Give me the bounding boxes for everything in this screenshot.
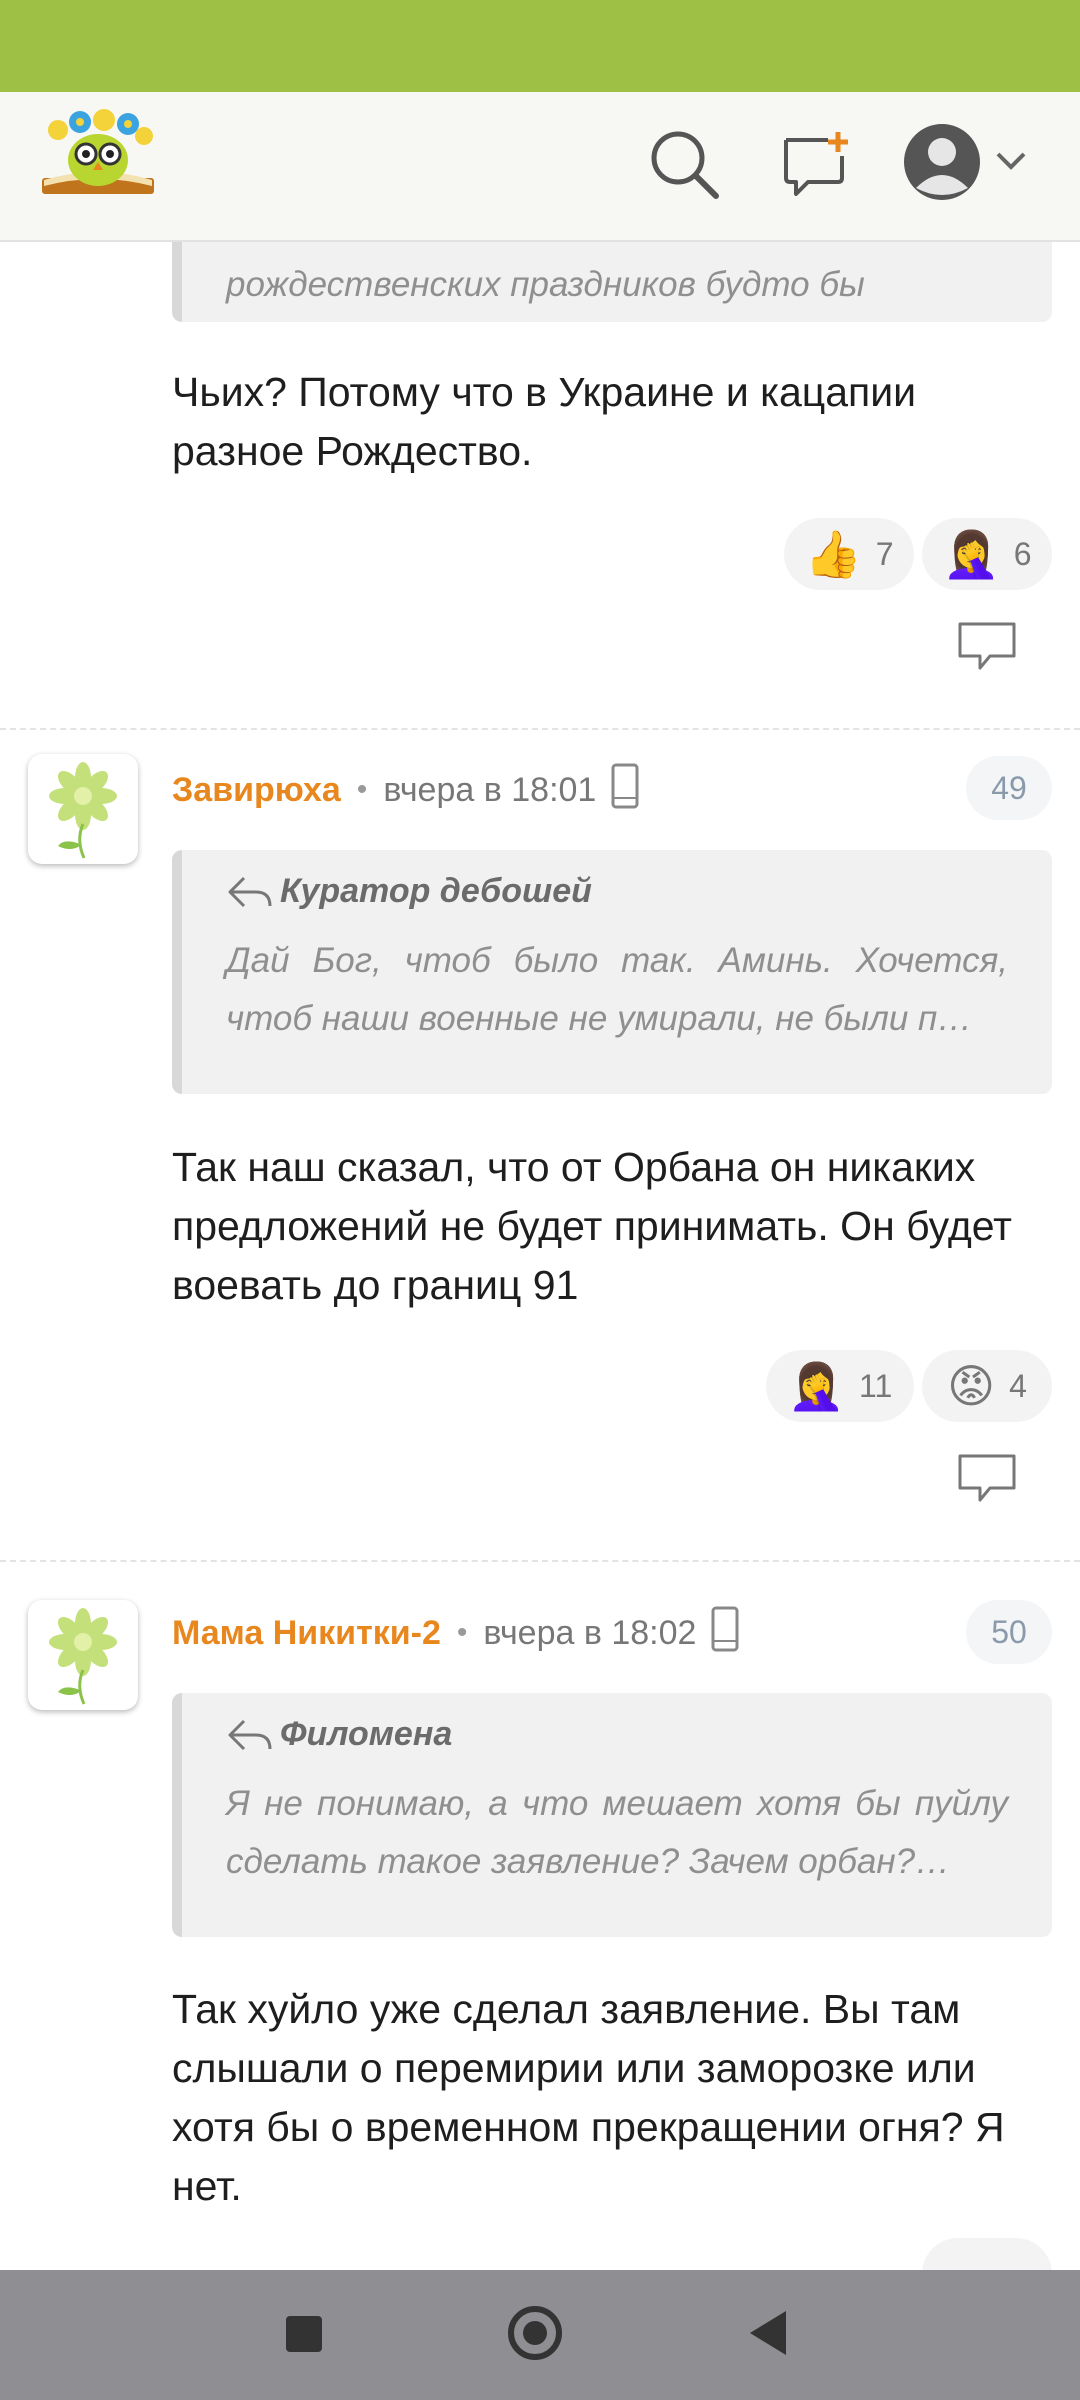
comment-text: Так наш сказал, что от Орбана он никаких… bbox=[172, 1144, 1012, 1308]
user-avatar-icon[interactable] bbox=[902, 122, 982, 202]
reaction-count: 4 bbox=[1009, 1367, 1027, 1404]
quote-text: Дай Бог, чтоб было так. Аминь. Хочется, … bbox=[226, 941, 1008, 1038]
reaction-angry[interactable]: 😡 4 bbox=[922, 1350, 1052, 1422]
reaction-facepalm[interactable]: 🤦‍♀️ 11 bbox=[766, 1350, 914, 1422]
mobile-device-icon bbox=[610, 762, 640, 819]
username[interactable]: Мама Никитки-2 bbox=[172, 1614, 441, 1653]
reaction-facepalm[interactable]: 🤦‍♀️ 6 bbox=[922, 518, 1052, 590]
back-button[interactable] bbox=[746, 2308, 790, 2358]
quote-block[interactable]: Филомена Я не понимаю, а что мешает хотя… bbox=[172, 1693, 1052, 1937]
angry-face-icon: 😡 bbox=[947, 1360, 996, 1412]
avatar[interactable] bbox=[28, 754, 138, 864]
reaction-count: 6 bbox=[1013, 535, 1032, 572]
recent-apps-button[interactable] bbox=[284, 2314, 324, 2354]
quote-author: Филомена bbox=[226, 1715, 452, 1754]
reaction-count: 7 bbox=[875, 535, 894, 572]
comment-number[interactable]: 49 bbox=[966, 756, 1052, 820]
comment-meta: Мама Никитки-2 • вчера в 18:02 bbox=[172, 1603, 740, 1663]
quote-author: Куратор дебошей bbox=[226, 872, 592, 911]
timestamp: вчера в 18:02 bbox=[483, 1613, 697, 1652]
reply-arrow-icon bbox=[228, 1719, 272, 1750]
avatar[interactable] bbox=[28, 1600, 138, 1710]
quote-author-name: Филомена bbox=[280, 1715, 453, 1753]
search-icon[interactable] bbox=[646, 126, 722, 202]
reply-arrow-icon bbox=[228, 876, 272, 907]
facepalm-icon: 🤦‍♀️ bbox=[787, 1360, 846, 1412]
comment-number[interactable]: 50 bbox=[966, 1600, 1052, 1664]
quote-text: рождественских праздников будто бы bbox=[226, 265, 865, 304]
divider bbox=[0, 1560, 1080, 1562]
facepalm-icon: 🤦‍♀️ bbox=[942, 528, 1000, 580]
comment-text: Так хуйло уже сделал заявление. Вы там с… bbox=[172, 1986, 1005, 2209]
divider bbox=[0, 728, 1080, 730]
home-button[interactable] bbox=[506, 2304, 564, 2362]
reaction-count: 11 bbox=[859, 1367, 893, 1404]
reply-comment-icon[interactable] bbox=[956, 1452, 1018, 1504]
chevron-down-icon[interactable] bbox=[994, 148, 1028, 174]
reaction-like[interactable]: 👍 7 bbox=[784, 518, 914, 590]
timestamp: вчера в 18:01 bbox=[383, 770, 597, 809]
reaction-partial[interactable] bbox=[922, 2238, 1052, 2270]
quote-block[interactable]: рождественских праздников будто бы bbox=[172, 240, 1052, 322]
quote-block[interactable]: Куратор дебошей Дай Бог, чтоб было так. … bbox=[172, 850, 1052, 1094]
mobile-device-icon bbox=[710, 1605, 740, 1662]
comment-text: Чьих? Потому что в Украине и кацапии раз… bbox=[172, 369, 917, 474]
new-post-icon[interactable] bbox=[780, 128, 852, 200]
separator-dot: • bbox=[356, 773, 368, 806]
separator-dot: • bbox=[456, 1616, 468, 1649]
comment-meta: Завирюха • вчера в 18:01 bbox=[172, 760, 640, 820]
comments-feed: рождественских праздников будто бы Чьих?… bbox=[0, 240, 1080, 2270]
username[interactable]: Завирюха bbox=[172, 771, 341, 810]
quote-author-name: Куратор дебошей bbox=[280, 872, 592, 910]
quote-text: Я не понимаю, а что мешает хотя бы пуйлу… bbox=[226, 1784, 1008, 1881]
thumbs-up-icon: 👍 bbox=[804, 528, 862, 580]
status-bar bbox=[0, 0, 1080, 92]
reply-comment-icon[interactable] bbox=[956, 620, 1018, 672]
owl-book-logo-icon[interactable] bbox=[34, 108, 162, 208]
